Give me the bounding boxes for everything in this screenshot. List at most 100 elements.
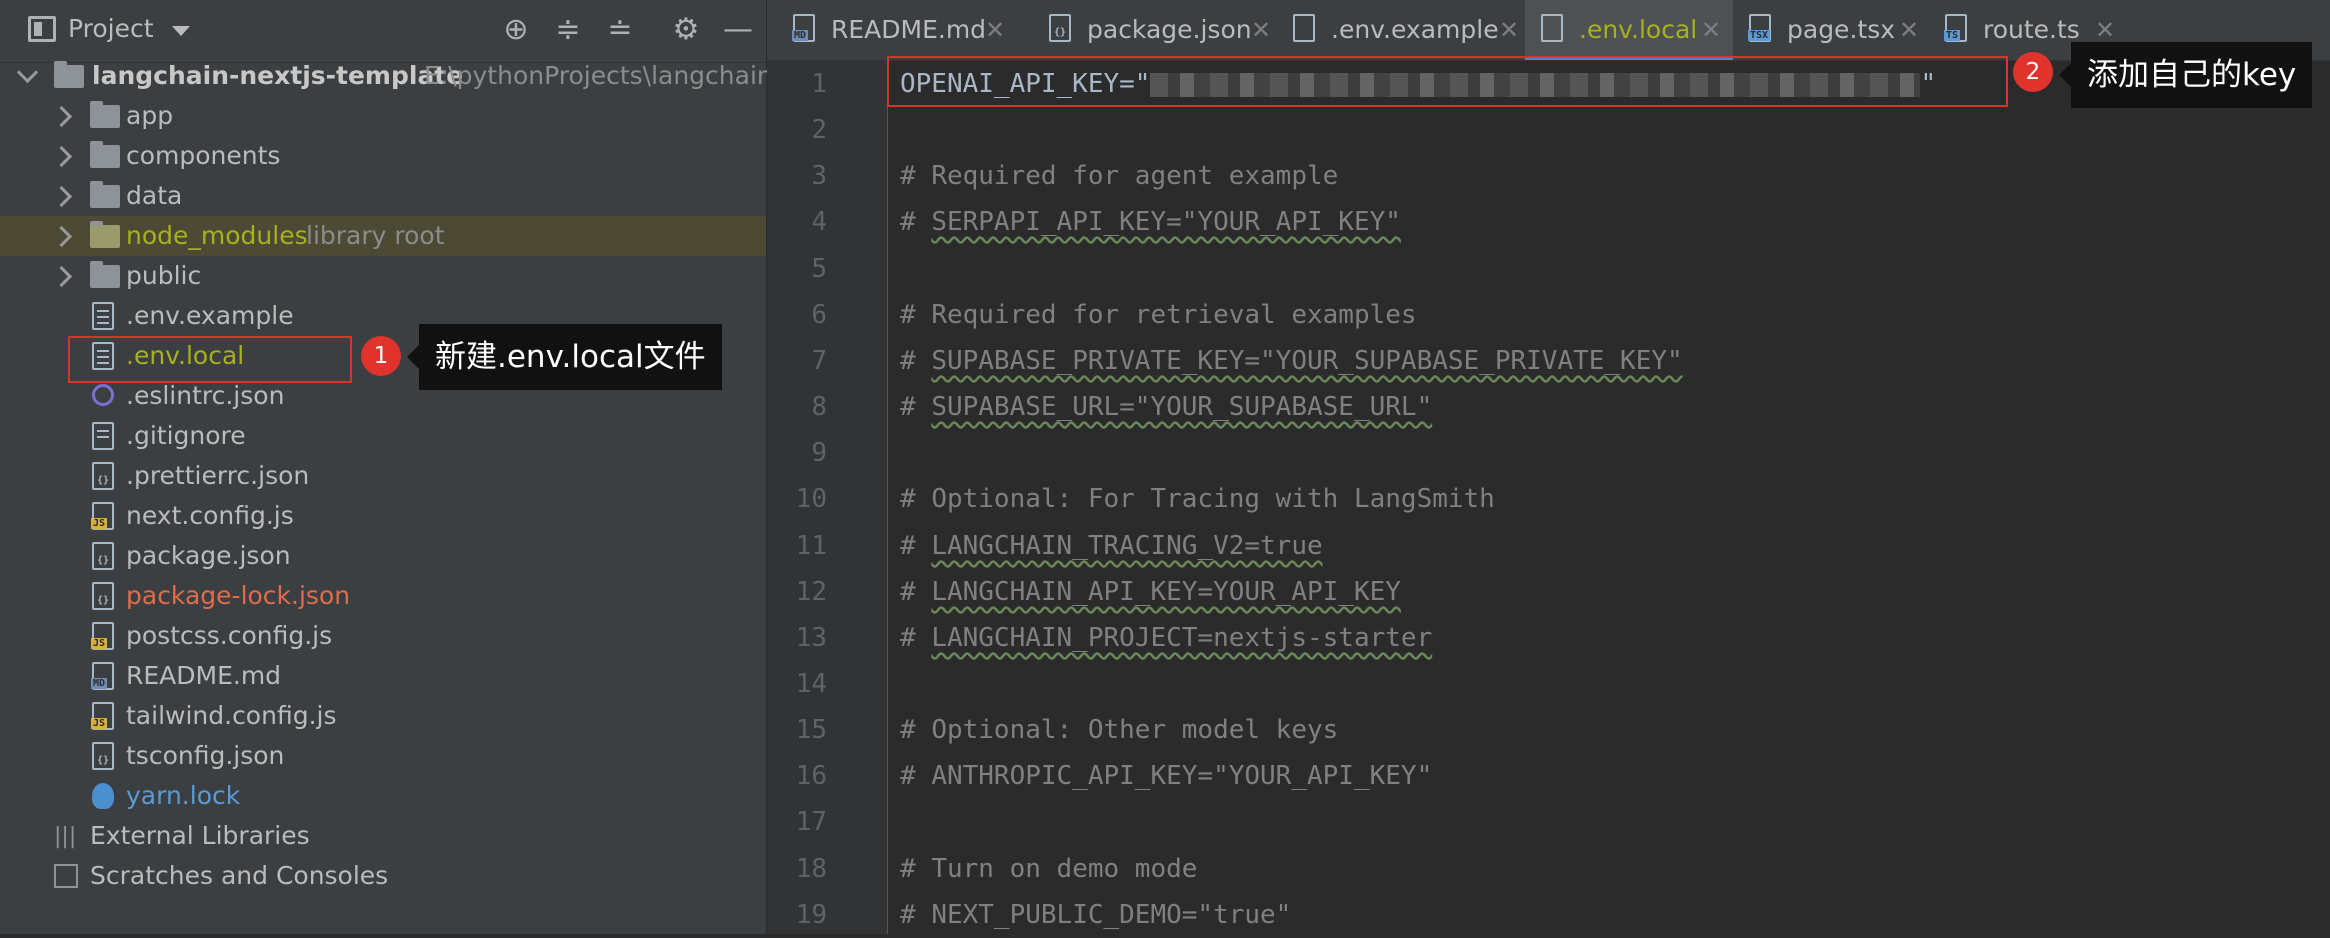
json-file-icon: {} xyxy=(92,742,114,770)
comment-text: ANTHROPIC_API_KEY="YOUR_API_KEY" xyxy=(931,761,1433,791)
code-line[interactable]: # Turn on demo mode xyxy=(900,846,1197,892)
close-icon[interactable]: ✕ xyxy=(1251,0,1271,60)
close-icon[interactable]: ✕ xyxy=(1499,0,1519,60)
tree-item-data[interactable]: data xyxy=(0,176,766,216)
comment-marker: # xyxy=(900,161,932,191)
tree-item-root[interactable]: langchain-nextjs-template E:\pythonProje… xyxy=(0,56,798,96)
tree-item-label: yarn.lock xyxy=(126,781,241,810)
line-number: 5 xyxy=(811,254,827,284)
line-number: 3 xyxy=(811,161,827,191)
tree-item-gitignore[interactable]: .gitignore xyxy=(0,416,766,456)
comment-text: LANGCHAIN_API_KEY=YOUR_API_KEY xyxy=(931,577,1401,607)
project-view-title[interactable]: Project xyxy=(68,14,154,43)
close-icon[interactable]: ✕ xyxy=(1899,0,1919,60)
tree-item-components[interactable]: components xyxy=(0,136,766,176)
chevron-right-icon[interactable] xyxy=(50,145,73,168)
close-icon[interactable]: ✕ xyxy=(985,0,1005,60)
expand-all-icon[interactable]: ≑ xyxy=(552,14,584,46)
annotation-number: 1 xyxy=(361,336,401,376)
tree-item-next-config[interactable]: JS next.config.js xyxy=(0,496,766,536)
tab-page-tsx[interactable]: TSX page.tsx ✕ xyxy=(1733,0,1929,60)
code-line[interactable]: # LANGCHAIN_API_KEY=YOUR_API_KEY xyxy=(900,569,1401,615)
library-icon: ||| xyxy=(54,824,77,849)
comment-text: Turn on demo mode xyxy=(931,854,1198,884)
tree-item-yarn-lock[interactable]: yarn.lock xyxy=(0,776,766,816)
comment-text: SUPABASE_URL="YOUR_SUPABASE_URL" xyxy=(931,392,1433,422)
project-panel: Project ⊕ ≑ ≐ ⚙ — langchain-nextjs-templ… xyxy=(0,0,798,934)
code-line[interactable]: # SUPABASE_PRIVATE_KEY="YOUR_SUPABASE_PR… xyxy=(900,338,1683,384)
code-line[interactable]: # Required for retrieval examples xyxy=(900,292,1417,338)
line-number: 17 xyxy=(795,807,827,837)
chevron-right-icon[interactable] xyxy=(50,265,73,288)
tab-env-local[interactable]: .env.local ✕ xyxy=(1525,0,1733,60)
tree-item-label: .env.example xyxy=(126,301,294,330)
tree-item-postcss-config[interactable]: JS postcss.config.js xyxy=(0,616,766,656)
chevron-down-icon[interactable] xyxy=(16,61,39,84)
json-file-icon: {} xyxy=(92,582,114,610)
line-number: 4 xyxy=(811,207,827,237)
collapse-all-icon[interactable]: ≐ xyxy=(604,14,636,46)
tree-item-label: package-lock.json xyxy=(126,581,351,610)
minimize-icon[interactable]: — xyxy=(722,14,754,46)
chevron-down-icon[interactable] xyxy=(172,26,190,36)
code-line[interactable]: # Optional: For Tracing with LangSmith xyxy=(900,476,1495,522)
tree-item-node-modules[interactable]: node_modules library root xyxy=(0,216,766,256)
tree-item-tailwind-config[interactable]: JS tailwind.config.js xyxy=(0,696,766,736)
tab-env-example[interactable]: .env.example ✕ xyxy=(1277,0,1525,60)
folder-icon xyxy=(90,221,120,248)
code-line[interactable]: # NEXT_PUBLIC_DEMO="true" xyxy=(900,892,1291,938)
chevron-right-icon[interactable] xyxy=(50,225,73,248)
tree-item-label: README.md xyxy=(126,661,282,690)
tree-item-package-json[interactable]: {} package.json xyxy=(0,536,766,576)
code-line[interactable]: # Required for agent example xyxy=(900,153,1338,199)
tree-item-prettierrc[interactable]: {} .prettierrc.json xyxy=(0,456,766,496)
tree-item-public[interactable]: public xyxy=(0,256,766,296)
comment-text: LANGCHAIN_PROJECT=nextjs-starter xyxy=(931,623,1433,653)
annotation-number: 2 xyxy=(2013,52,2053,92)
code-line[interactable]: # SUPABASE_URL="YOUR_SUPABASE_URL" xyxy=(900,384,1432,430)
folder-icon xyxy=(90,141,120,168)
tab-readme[interactable]: MD README.md ✕ xyxy=(777,0,1013,60)
tab-label: package.json xyxy=(1087,15,1252,44)
tree-item-scratches[interactable]: Scratches and Consoles xyxy=(0,856,766,896)
comment-marker: # xyxy=(900,761,932,791)
tree-item-app[interactable]: app xyxy=(0,96,766,136)
tab-label: .env.example xyxy=(1331,15,1499,44)
tree-item-external-libraries[interactable]: ||| External Libraries xyxy=(0,816,766,856)
comment-marker: # xyxy=(900,484,932,514)
tab-label: route.ts xyxy=(1983,15,2080,44)
close-icon[interactable]: ✕ xyxy=(1701,0,1721,60)
scratches-icon xyxy=(54,864,78,888)
code-line[interactable]: # LANGCHAIN_TRACING_V2=true xyxy=(900,523,1323,569)
folder-icon xyxy=(90,181,120,208)
code-line[interactable]: # SERPAPI_API_KEY="YOUR_API_KEY" xyxy=(900,199,1401,245)
code-line[interactable]: # Optional: Other model keys xyxy=(900,707,1338,753)
comment-marker: # xyxy=(900,531,932,561)
tree-item-readme[interactable]: MD README.md xyxy=(0,656,766,696)
comment-marker: # xyxy=(900,854,932,884)
json-file-icon: {} xyxy=(1049,14,1071,42)
code-line[interactable]: # ANTHROPIC_API_KEY="YOUR_API_KEY" xyxy=(900,753,1432,799)
chevron-right-icon[interactable] xyxy=(50,105,73,128)
chevron-right-icon[interactable] xyxy=(50,185,73,208)
gear-icon[interactable]: ⚙ xyxy=(670,14,702,46)
comment-marker: # xyxy=(900,346,932,376)
comment-text: Required for retrieval examples xyxy=(931,300,1417,330)
tree-item-label: .gitignore xyxy=(126,421,246,450)
comment-marker: # xyxy=(900,392,932,422)
line-number: 9 xyxy=(811,438,827,468)
tree-item-tsconfig[interactable]: {} tsconfig.json xyxy=(0,736,766,776)
markdown-file-icon: MD xyxy=(792,14,815,42)
code-line[interactable]: # LANGCHAIN_PROJECT=nextjs-starter xyxy=(900,615,1432,661)
locate-icon[interactable]: ⊕ xyxy=(500,14,532,46)
line-number: 7 xyxy=(811,346,827,376)
tree-item-package-lock[interactable]: {} package-lock.json xyxy=(0,576,766,616)
tree-item-label: app xyxy=(126,101,174,130)
tab-package-json[interactable]: {} package.json ✕ xyxy=(1033,0,1277,60)
line-number: 12 xyxy=(795,577,827,607)
line-number: 15 xyxy=(795,715,827,745)
tree-item-label: public xyxy=(126,261,202,290)
js-file-icon: JS xyxy=(91,622,114,650)
line-number: 8 xyxy=(811,392,827,422)
comment-text: SERPAPI_API_KEY="YOUR_API_KEY" xyxy=(931,207,1401,237)
